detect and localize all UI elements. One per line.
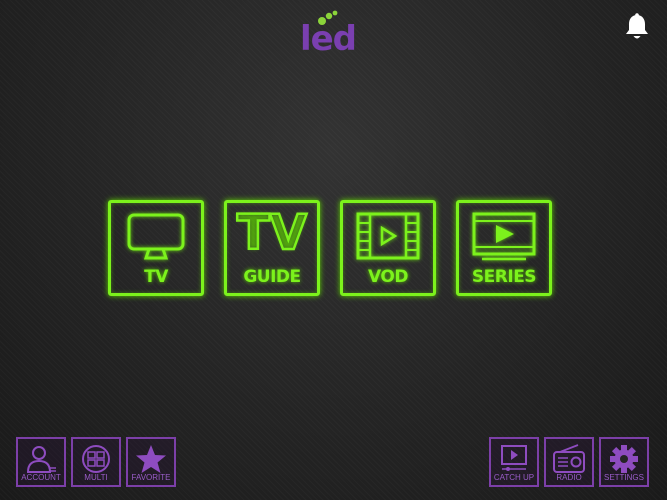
multi-label: MULTI <box>84 473 108 482</box>
logo-text: led <box>299 19 357 59</box>
tile-guide-label: GUIDE <box>243 267 301 287</box>
settings-button[interactable]: SETTINGS <box>599 437 649 487</box>
tile-vod-label: VOD <box>368 267 408 287</box>
account-button[interactable]: ACCOUNT <box>16 437 66 487</box>
main-menu-tiles: TV TV GUIDE VOD SERIES <box>108 200 560 300</box>
tile-vod[interactable]: VOD <box>340 200 436 296</box>
catch-up-label: CATCH UP <box>493 473 535 482</box>
logo-dots-icon <box>318 10 338 25</box>
gear-icon <box>610 445 638 473</box>
tile-tv-label: TV <box>144 267 168 287</box>
series-play-icon <box>472 212 536 261</box>
radio-icon <box>553 444 585 473</box>
tile-tv[interactable]: TV <box>108 200 204 296</box>
notification-bell-icon[interactable] <box>622 12 652 42</box>
film-play-icon <box>356 212 420 260</box>
favorite-label: FAVORITE <box>131 473 171 482</box>
account-icon <box>26 446 56 473</box>
star-icon <box>136 445 166 473</box>
catch-up-icon <box>501 445 527 471</box>
radio-label: RADIO <box>556 473 582 482</box>
multi-screen-icon <box>82 445 110 473</box>
settings-label: SETTINGS <box>603 473 644 482</box>
account-label: ACCOUNT <box>21 473 61 482</box>
tv-icon <box>127 213 185 260</box>
radio-button[interactable]: RADIO <box>544 437 594 487</box>
tv-guide-icon: TV <box>236 205 308 261</box>
tile-series[interactable]: SERIES <box>456 200 552 296</box>
multi-button[interactable]: MULTI <box>71 437 121 487</box>
app-logo: led <box>296 10 360 56</box>
tile-series-label: SERIES <box>471 267 537 287</box>
tile-tv-guide[interactable]: TV GUIDE <box>224 200 320 296</box>
catch-up-button[interactable]: CATCH UP <box>489 437 539 487</box>
favorite-button[interactable]: FAVORITE <box>126 437 176 487</box>
